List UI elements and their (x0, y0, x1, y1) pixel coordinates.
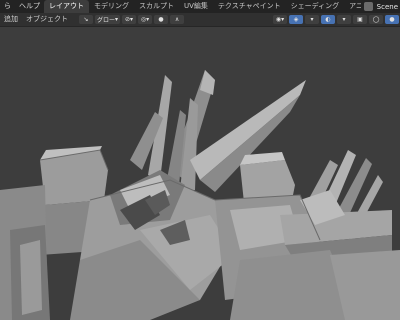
tab-shading[interactable]: シェーディング (286, 0, 345, 13)
scene-icon (363, 2, 373, 11)
object-menu[interactable]: オブジェクト (22, 13, 72, 26)
overlay-toggle-icon[interactable]: ◐ (321, 15, 335, 24)
overlay-dropdown-icon[interactable]: ▾ (337, 15, 351, 24)
help-menu[interactable]: ヘルプ (15, 0, 44, 13)
gizmo-toggle-icon[interactable]: ◈ (289, 15, 303, 24)
transform-pivot-icon[interactable]: ↘ (79, 15, 93, 24)
snap-target-dropdown[interactable]: ◎▾ (138, 15, 153, 24)
proportional-falloff-icon[interactable]: ∧ (170, 15, 185, 24)
xray-icon[interactable]: ▣ (353, 15, 367, 24)
transform-orientation-dropdown[interactable]: グロー ▾ (95, 15, 121, 24)
shading-solid-icon[interactable]: ● (385, 15, 399, 24)
tab-texture-paint[interactable]: テクスチャペイント (213, 0, 286, 13)
add-menu[interactable]: 追加 (0, 13, 22, 26)
tab-layout[interactable]: レイアウト (44, 0, 89, 13)
tab-sculpt[interactable]: スカルプト (134, 0, 179, 13)
scene-name: Scene (376, 2, 398, 11)
3d-viewport[interactable] (0, 27, 400, 320)
scene-selector[interactable]: Scene (360, 0, 400, 13)
chevron-down-icon: ▾ (115, 16, 119, 23)
gizmo-dropdown-icon[interactable]: ▾ (305, 15, 319, 24)
blender-logo-fragment[interactable]: ら (0, 0, 15, 13)
snap-icon[interactable]: ⊘▾ (122, 15, 137, 24)
orientation-label: グロー (97, 17, 116, 24)
mecha-model-render (0, 27, 400, 320)
viewport-header: 追加 オブジェクト ↘ グロー ▾ ⊘▾ ◎▾ ● ∧ ◉▾ ◈ ▾ ◐ ▾ ▣… (0, 13, 400, 27)
tab-modeling[interactable]: モデリング (89, 0, 134, 13)
top-bar: ら ヘルプ レイアウト モデリング スカルプト UV編集 テクスチャペイント シ… (0, 0, 400, 13)
tab-uv-editing[interactable]: UV編集 (179, 0, 213, 13)
visibility-icon[interactable]: ◉▾ (273, 15, 287, 24)
proportional-edit-icon[interactable]: ● (154, 15, 169, 24)
shading-wire-icon[interactable]: ◯ (369, 15, 383, 24)
